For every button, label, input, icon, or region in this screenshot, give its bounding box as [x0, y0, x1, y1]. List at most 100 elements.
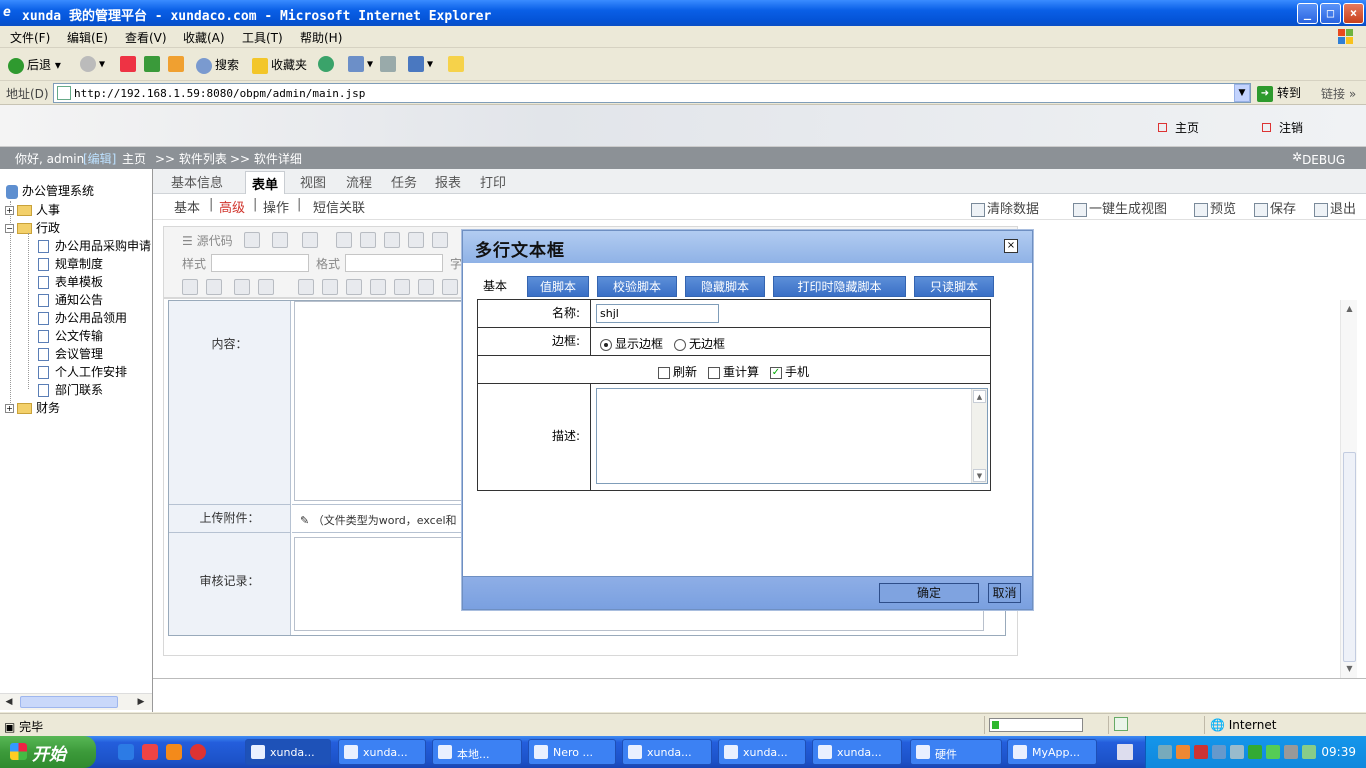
notes-button[interactable]	[448, 56, 467, 72]
taskbar-item[interactable]: xunda...	[338, 739, 426, 765]
template-icon[interactable]	[302, 232, 318, 248]
shield-icon[interactable]	[1248, 745, 1262, 759]
mail-quicklaunch-icon[interactable]	[142, 744, 158, 760]
exit-button[interactable]: 退出	[1314, 198, 1356, 217]
go-button[interactable]: ➜ 转到	[1257, 84, 1301, 102]
home-link[interactable]: 主页	[1158, 119, 1199, 136]
app-quicklaunch-icon[interactable]	[190, 744, 206, 760]
scroll-left-icon[interactable]: ◀	[2, 695, 16, 709]
show-border-radio[interactable]: 显示边框	[600, 335, 663, 352]
content-textarea[interactable]	[294, 301, 464, 501]
menu-edit[interactable]: 编辑(E)	[67, 29, 108, 46]
print-button[interactable]	[380, 56, 399, 72]
subtab-operations[interactable]: 操作	[263, 197, 289, 216]
dialog-tab-print-hide-script[interactable]: 打印时隐藏脚本	[773, 276, 906, 297]
address-input[interactable]: http://192.168.1.59:8080/obpm/admin/main…	[53, 83, 1251, 103]
tab-task[interactable]: 任务	[391, 172, 417, 191]
radio-field-icon[interactable]	[206, 279, 222, 295]
tab-form[interactable]: 表单	[245, 171, 286, 196]
keyboard-icon[interactable]	[1117, 744, 1133, 760]
tab-view[interactable]: 视图	[300, 172, 326, 191]
include-icon[interactable]	[418, 279, 434, 295]
tray-icon[interactable]	[1266, 745, 1280, 759]
tray-icon[interactable]	[1284, 745, 1298, 759]
mail-button[interactable]: ▾	[348, 56, 373, 72]
tree-item-schedule[interactable]: 个人工作安排	[38, 363, 127, 380]
back-button[interactable]: 后退 ▾	[8, 56, 61, 74]
no-border-radio[interactable]: 无边框	[674, 335, 725, 352]
ie-quicklaunch-icon[interactable]	[118, 744, 134, 760]
tree-root[interactable]: 办公管理系统	[6, 182, 94, 199]
edit-profile-link[interactable]: [编辑]	[83, 150, 116, 167]
tree-item-dept-contact[interactable]: 部门联系	[38, 381, 103, 398]
menu-tools[interactable]: 工具(T)	[242, 29, 283, 46]
textfield-icon[interactable]	[234, 279, 250, 295]
save-button[interactable]: 保存	[1254, 198, 1296, 217]
checkbox-field-icon[interactable]	[182, 279, 198, 295]
clear-data-button[interactable]: 清除数据	[971, 198, 1039, 217]
copy-icon[interactable]	[360, 232, 376, 248]
home-button[interactable]	[168, 56, 187, 72]
scroll-down-icon[interactable]: ▼	[973, 469, 986, 482]
links-button[interactable]: 链接 »	[1321, 85, 1356, 102]
scroll-up-icon[interactable]: ▲	[1343, 302, 1356, 315]
tab-flow[interactable]: 流程	[346, 172, 372, 191]
refresh-button[interactable]	[144, 56, 163, 72]
favorites-button[interactable]: 收藏夹	[252, 56, 307, 74]
generate-view-button[interactable]: 一键生成视图	[1073, 198, 1167, 217]
menu-favorites[interactable]: 收藏(A)	[183, 29, 225, 46]
tree-horizontal-scrollbar[interactable]: ◀ ▶	[0, 693, 152, 710]
dialog-title-bar[interactable]: 多行文本框 ×	[463, 231, 1032, 263]
scroll-thumb[interactable]	[1343, 452, 1356, 662]
edit-page-button[interactable]: ▾	[408, 56, 433, 72]
tree-field-icon[interactable]	[346, 279, 362, 295]
logout-link[interactable]: 注销	[1262, 119, 1303, 136]
tray-icon[interactable]	[1194, 745, 1208, 759]
address-dropdown-button[interactable]: ▼	[1234, 84, 1250, 102]
tree-item-purchase[interactable]: 办公用品采购申请	[38, 237, 151, 254]
tree-item-documents[interactable]: 公文传输	[38, 327, 103, 344]
tree-item-form-templates[interactable]: 表单模板	[38, 273, 103, 290]
scroll-down-icon[interactable]: ▼	[1343, 662, 1356, 675]
scroll-right-icon[interactable]: ▶	[134, 695, 148, 709]
ok-button[interactable]: 确定	[879, 583, 979, 603]
scroll-thumb[interactable]	[20, 696, 118, 708]
minimize-button[interactable]: _	[1297, 3, 1318, 24]
date-icon[interactable]	[322, 279, 338, 295]
paste-word-icon[interactable]	[432, 232, 448, 248]
user-field-icon[interactable]	[394, 279, 410, 295]
attachment-field-icon[interactable]	[442, 279, 458, 295]
taskbar-item[interactable]: xunda...	[718, 739, 806, 765]
recalculate-checkbox[interactable]: 重计算	[708, 363, 759, 380]
tree-item-meetings[interactable]: 会议管理	[38, 345, 103, 362]
tray-icon[interactable]	[1212, 745, 1226, 759]
textarea-scrollbar[interactable]: ▲ ▼	[971, 389, 987, 483]
taskbar-item[interactable]: xunda...	[622, 739, 712, 765]
textarea-icon[interactable]	[258, 279, 274, 295]
cut-icon[interactable]	[336, 232, 352, 248]
dialog-tab-value-script[interactable]: 值脚本	[527, 276, 589, 297]
format-select[interactable]	[345, 254, 443, 272]
name-input[interactable]: shjl	[596, 304, 719, 323]
tree-node-hr[interactable]: + 人事	[5, 201, 60, 218]
breadcrumb-software-list[interactable]: >> 软件列表	[155, 150, 227, 167]
taskbar-item[interactable]: 硬件	[910, 739, 1002, 765]
taskbar-item[interactable]: 本地...	[432, 739, 522, 765]
breadcrumb-home[interactable]: 主页	[122, 150, 146, 167]
tray-icon[interactable]	[1230, 745, 1244, 759]
forward-button[interactable]: ▾	[80, 56, 105, 72]
scroll-up-icon[interactable]: ▲	[973, 390, 986, 403]
taskbar-item[interactable]: xunda...	[245, 739, 331, 765]
tab-print[interactable]: 打印	[480, 172, 506, 191]
tree-node-admin[interactable]: − 行政	[5, 219, 60, 236]
paste-icon[interactable]	[384, 232, 400, 248]
taskbar-item[interactable]: MyApp...	[1007, 739, 1097, 765]
style-select[interactable]	[211, 254, 309, 272]
stop-button[interactable]	[120, 56, 139, 72]
dialog-tab-validate-script[interactable]: 校验脚本	[597, 276, 677, 297]
preview-icon[interactable]	[272, 232, 288, 248]
refresh-checkbox[interactable]: 刷新	[658, 363, 697, 380]
tree-item-rules[interactable]: 规章制度	[38, 255, 103, 272]
tree-item-notices[interactable]: 通知公告	[38, 291, 103, 308]
dialog-tab-hide-script[interactable]: 隐藏脚本	[685, 276, 765, 297]
